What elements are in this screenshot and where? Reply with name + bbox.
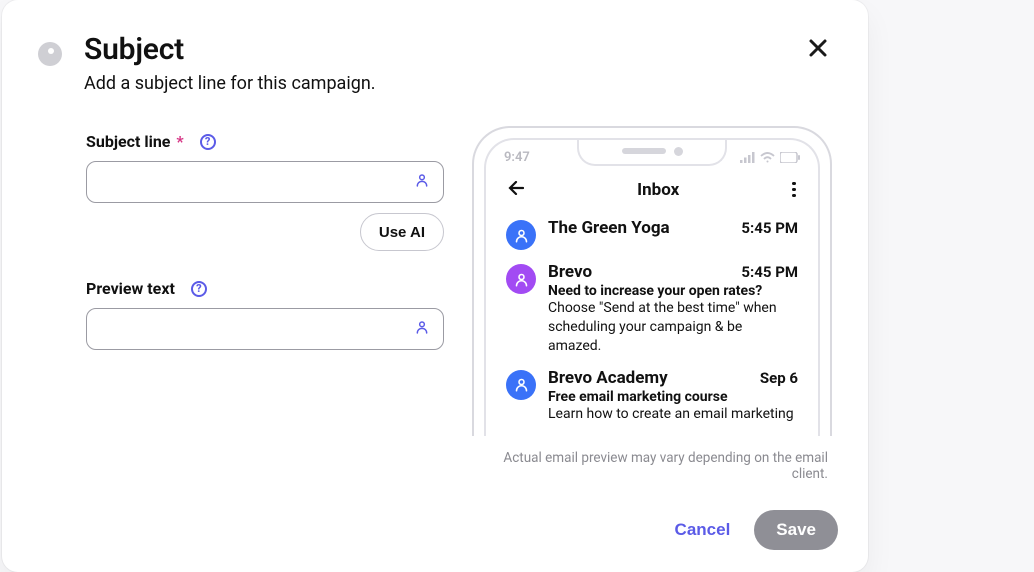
- phone-mockup: 9:47 Inbox: [472, 126, 832, 436]
- preview-column: 9:47 Inbox: [472, 132, 832, 482]
- help-icon[interactable]: ?: [191, 281, 207, 297]
- preview-text-input[interactable]: [86, 308, 444, 350]
- email-item: Brevo 5:45 PM Need to increase your open…: [500, 256, 804, 362]
- email-sender: Brevo Academy: [548, 368, 668, 388]
- close-button[interactable]: [804, 34, 832, 62]
- wifi-icon: [760, 152, 775, 163]
- email-item: The Green Yoga 5:45 PM: [500, 212, 804, 256]
- required-mark: *: [176, 132, 183, 151]
- back-arrow-icon: [508, 179, 524, 200]
- save-button[interactable]: Save: [754, 510, 838, 550]
- subject-line-input[interactable]: [86, 161, 444, 203]
- status-icons: [740, 150, 800, 165]
- avatar: [506, 264, 536, 294]
- modal-subtitle: Add a subject line for this campaign.: [84, 73, 376, 94]
- preview-text-label-text: Preview text: [86, 279, 175, 298]
- preview-disclaimer: Actual email preview may vary depending …: [472, 450, 832, 482]
- personalize-icon[interactable]: [414, 172, 430, 192]
- email-subject: Need to increase your open rates?: [548, 283, 798, 299]
- email-time: Sep 6: [760, 369, 798, 387]
- close-icon: [808, 38, 828, 58]
- personalize-icon[interactable]: [414, 319, 430, 339]
- email-list: The Green Yoga 5:45 PM Bre: [486, 208, 818, 430]
- phone-notch: [577, 138, 727, 166]
- step-bullet: [38, 42, 62, 66]
- subject-line-label-text: Subject line: [86, 132, 170, 151]
- email-item: Brevo Academy Sep 6 Free email marketing…: [500, 362, 804, 430]
- email-time: 5:45 PM: [741, 219, 798, 237]
- subject-line-label: Subject line * ?: [86, 132, 444, 151]
- email-subject: Free email marketing course: [548, 389, 798, 405]
- modal-title: Subject: [84, 32, 376, 67]
- subject-modal: Subject Add a subject line for this camp…: [2, 0, 868, 572]
- battery-icon: [780, 152, 800, 163]
- email-sender: Brevo: [548, 262, 592, 282]
- email-sender: The Green Yoga: [548, 218, 670, 238]
- inbox-title: Inbox: [637, 180, 679, 200]
- avatar: [506, 370, 536, 400]
- signal-icon: [740, 152, 755, 163]
- email-preview: Learn how to create an email marketing: [548, 405, 798, 424]
- preview-text-label: Preview text ?: [86, 279, 444, 298]
- help-icon[interactable]: ?: [200, 134, 216, 150]
- email-time: 5:45 PM: [741, 263, 798, 281]
- form-column: Subject line * ? Use AI Preview text ?: [86, 132, 444, 482]
- phone-clock: 9:47: [504, 150, 530, 165]
- use-ai-button[interactable]: Use AI: [360, 213, 444, 251]
- avatar: [506, 220, 536, 250]
- email-preview: Choose "Send at the best time" when sche…: [548, 299, 798, 356]
- cancel-button[interactable]: Cancel: [671, 512, 735, 548]
- kebab-icon: [792, 182, 796, 198]
